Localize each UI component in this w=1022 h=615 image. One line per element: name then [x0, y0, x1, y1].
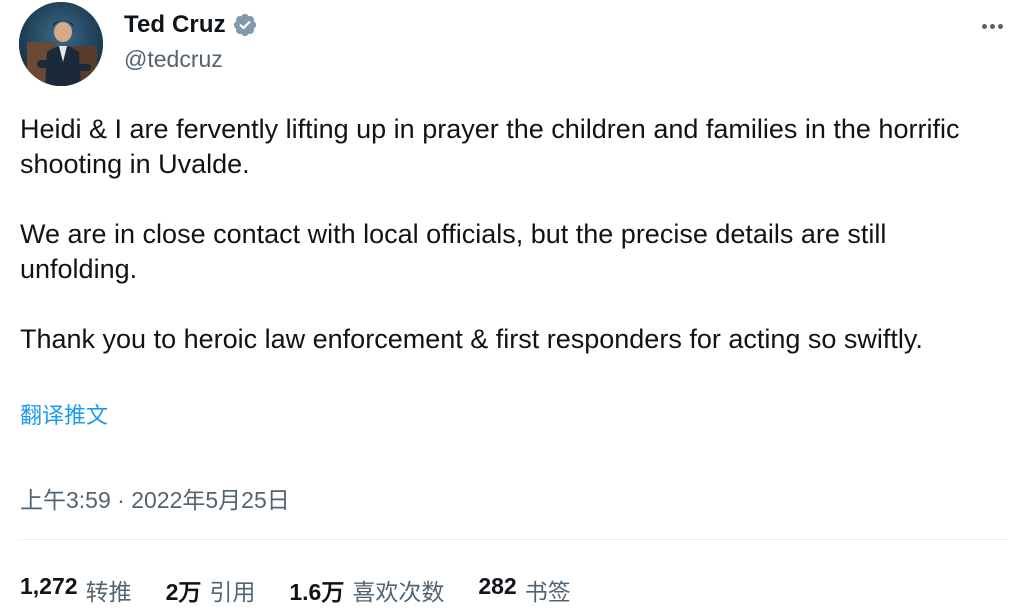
- avatar-image: [19, 2, 103, 86]
- author-handle[interactable]: @tedcruz: [124, 46, 223, 73]
- tweet-paragraph: We are in close contact with local offic…: [20, 219, 887, 284]
- avatar[interactable]: [19, 2, 103, 86]
- tweet-card: Ted Cruz @tedcruz Heidi & I are ferventl…: [0, 0, 1022, 615]
- divider: [20, 539, 1008, 540]
- more-dot: [981, 23, 987, 29]
- tweet-paragraph: Heidi & I are fervently lifting up in pr…: [20, 114, 960, 179]
- stat-quotes[interactable]: 2万 引用: [166, 573, 256, 607]
- more-dot: [989, 23, 995, 29]
- verified-badge-icon[interactable]: [232, 12, 258, 38]
- stat-value: 1,272: [20, 573, 78, 599]
- stat-likes[interactable]: 1.6万 喜欢次数: [289, 573, 444, 607]
- author-display-name[interactable]: Ted Cruz: [124, 11, 226, 39]
- stat-label: 转推: [85, 579, 132, 605]
- stat-value: 2万: [165, 579, 202, 605]
- tweet-text: Heidi & I are fervently lifting up in pr…: [20, 112, 1005, 357]
- stat-label: 引用: [209, 579, 256, 605]
- stat-bookmarks[interactable]: 282 书签: [478, 573, 570, 607]
- translate-tweet-link[interactable]: 翻译推文: [20, 398, 108, 430]
- more-dot: [997, 23, 1003, 29]
- stat-value: 282: [478, 573, 517, 599]
- stat-label: 喜欢次数: [352, 579, 445, 605]
- more-horizontal-icon[interactable]: [978, 12, 1006, 40]
- stat-label: 书签: [524, 579, 571, 605]
- stat-value: 1.6万: [289, 579, 345, 605]
- stat-retweets[interactable]: 1,272 转推: [20, 573, 132, 607]
- tweet-paragraph: Thank you to heroic law enforcement & fi…: [20, 324, 923, 354]
- engagement-stats: 1,272 转推 2万 引用 1.6万 喜欢次数 282 书签: [20, 573, 571, 607]
- author-name-row: Ted Cruz: [124, 10, 258, 40]
- tweet-timestamp[interactable]: 上午3:59 · 2022年5月25日: [20, 481, 290, 515]
